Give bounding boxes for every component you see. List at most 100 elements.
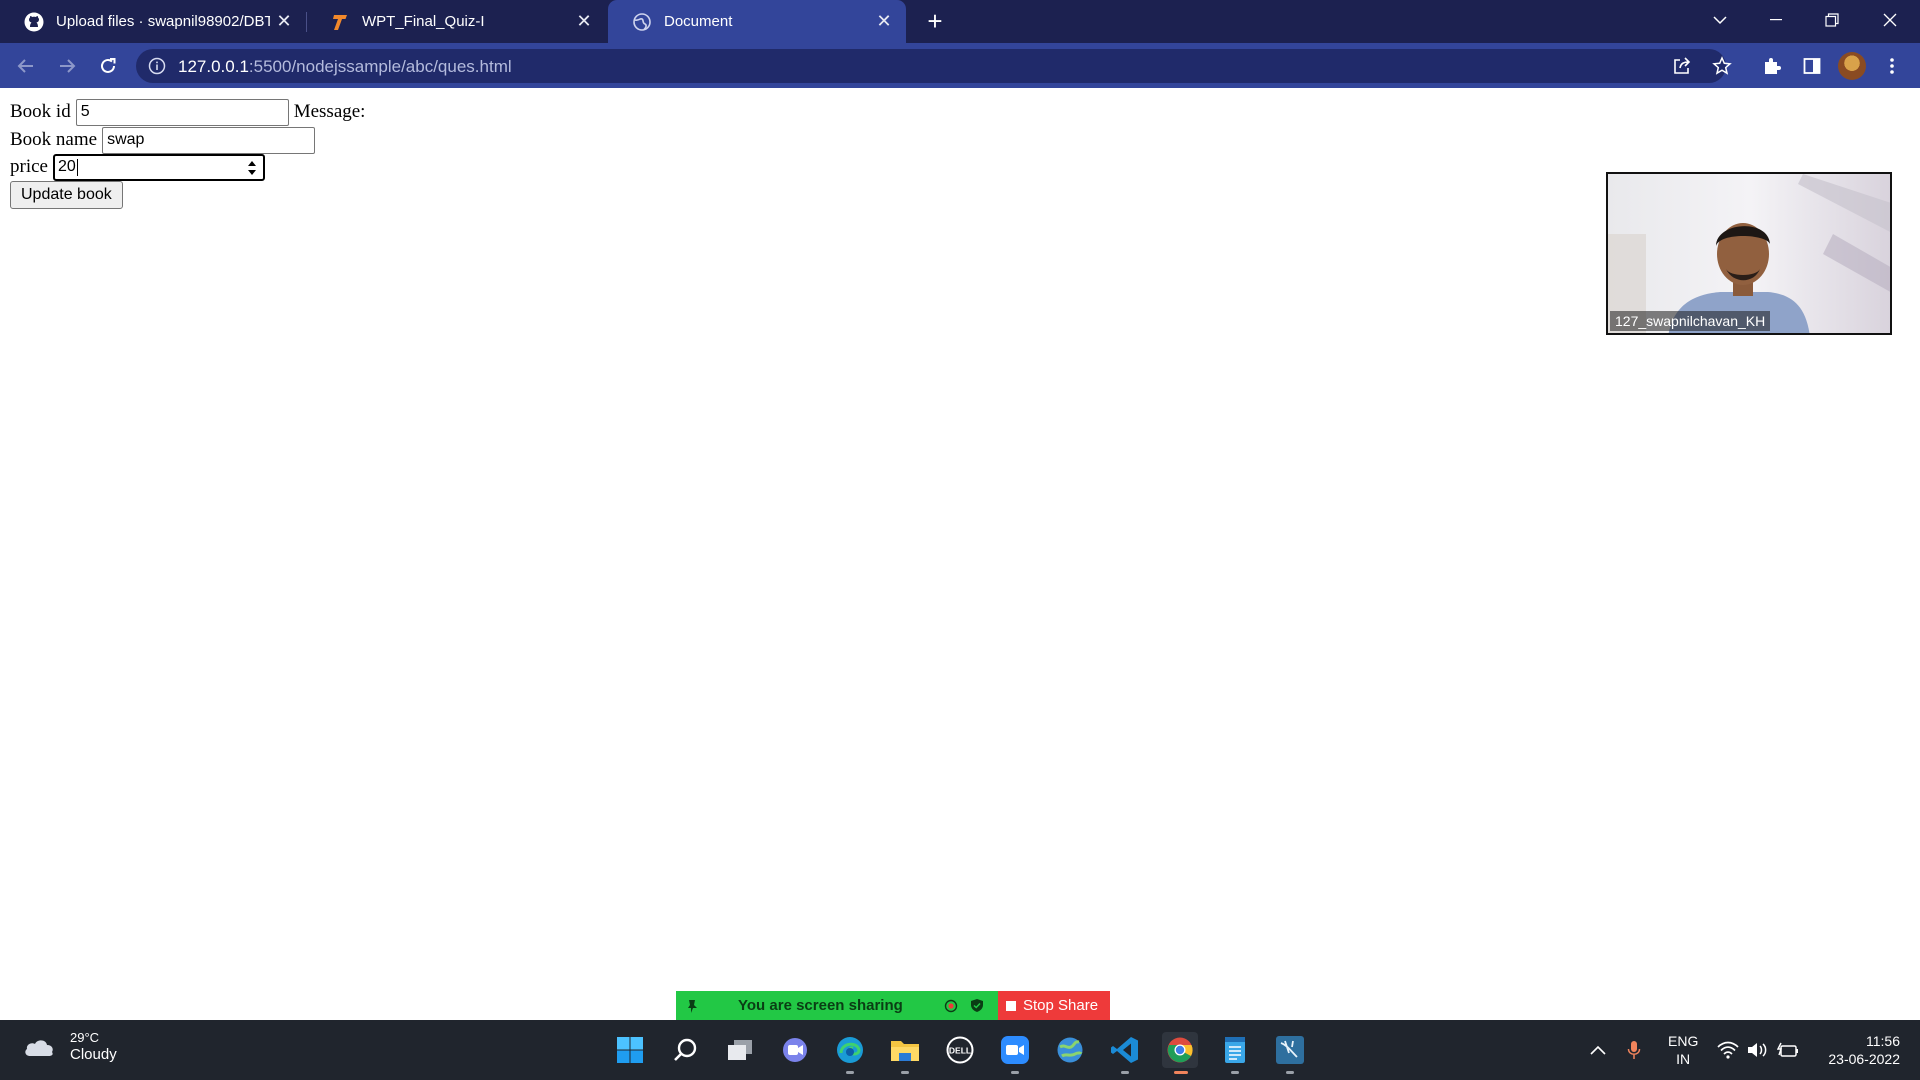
language-line2: IN <box>1676 1051 1691 1067</box>
workbench-button[interactable] <box>1272 1032 1308 1068</box>
search-button[interactable] <box>668 1032 704 1068</box>
info-icon[interactable] <box>148 57 166 75</box>
teams-chat-icon <box>783 1038 807 1062</box>
tab-document[interactable]: Document ✕ <box>608 0 906 43</box>
temperature: 29°C <box>70 1030 100 1045</box>
spinner-icon[interactable] <box>247 159 257 177</box>
stop-icon <box>1006 1000 1016 1011</box>
reload-button[interactable] <box>92 50 124 82</box>
zoom-icon <box>1001 1036 1029 1064</box>
clock-time: 11:56 <box>1866 1033 1900 1049</box>
reload-icon <box>101 58 116 73</box>
close-icon <box>1883 13 1897 27</box>
language-indicator[interactable]: ENG IN <box>1668 1032 1698 1068</box>
file-explorer-button[interactable] <box>887 1032 923 1068</box>
menu-button[interactable] <box>1876 50 1908 82</box>
price-label: price <box>10 156 48 177</box>
wifi-icon <box>1717 1041 1739 1059</box>
book-name-value: swap <box>107 131 145 148</box>
extensions-button[interactable] <box>1756 50 1788 82</box>
book-id-value: 5 <box>80 103 90 120</box>
message-label: Message: <box>293 101 366 122</box>
back-button[interactable] <box>10 50 42 82</box>
task-view-button[interactable] <box>722 1032 758 1068</box>
share-button[interactable] <box>1666 50 1698 82</box>
stop-share-label: Stop Share <box>1023 997 1099 1014</box>
participant-name: 127_swapnilchavan_KH <box>1610 311 1771 331</box>
dell-button[interactable]: DELL <box>942 1032 978 1068</box>
record-icon[interactable] <box>944 999 958 1013</box>
text-caret <box>76 158 78 176</box>
vscode-button[interactable] <box>1107 1032 1143 1068</box>
microphone-button[interactable] <box>1622 1038 1646 1062</box>
shield-icon[interactable] <box>970 998 984 1013</box>
tab-github-upload[interactable]: Upload files · swapnil98902/DBT... ✕ <box>0 0 306 43</box>
restore-button[interactable] <box>1804 0 1860 40</box>
book-name-input[interactable]: swap <box>102 126 316 154</box>
url-host: 127.0.0.1 <box>178 57 249 76</box>
close-icon[interactable]: ✕ <box>270 8 298 36</box>
bookmark-button[interactable] <box>1706 50 1738 82</box>
show-hidden-icons-button[interactable] <box>1586 1038 1610 1062</box>
github-icon <box>24 12 44 32</box>
tab-title: WPT_Final_Quiz-I <box>362 13 485 30</box>
testbook-icon <box>330 12 350 32</box>
tab-title: Document <box>664 13 733 30</box>
profile-avatar[interactable] <box>1838 52 1866 80</box>
vscode-icon <box>1111 1037 1138 1063</box>
minimize-button[interactable] <box>1748 0 1804 40</box>
close-icon[interactable]: ✕ <box>870 8 898 36</box>
price-row: price 20 <box>10 153 265 181</box>
teams-chat-button[interactable] <box>777 1032 813 1068</box>
svg-text:DELL: DELL <box>949 1046 971 1056</box>
more-vertical-icon <box>1890 58 1894 74</box>
start-icon <box>617 1037 643 1063</box>
weather-widget[interactable]: 29°C Cloudy <box>22 1030 117 1064</box>
language-line1: ENG <box>1668 1033 1699 1049</box>
edge-button[interactable] <box>832 1032 868 1068</box>
participant-video[interactable]: 127_swapnilchavan_KH <box>1606 172 1892 335</box>
book-id-label: Book id <box>10 101 71 122</box>
tab-strip: Upload files · swapnil98902/DBT... ✕ WPT… <box>0 0 1920 43</box>
forward-button[interactable] <box>51 50 83 82</box>
price-input[interactable]: 20 <box>52 153 265 181</box>
zoom-button[interactable] <box>997 1032 1033 1068</box>
cloud-icon <box>25 1040 53 1056</box>
book-id-input[interactable]: 5 <box>75 98 289 126</box>
system-clock[interactable]: 11:56 23-06-2022 <box>1818 1032 1900 1068</box>
workbench-icon <box>1276 1036 1304 1064</box>
wifi-button[interactable] <box>1716 1038 1740 1062</box>
update-book-button[interactable]: Update book <box>10 181 123 209</box>
taskbar: 29°C Cloudy DELL ENG IN 11:56 23-06-2022 <box>0 1020 1920 1080</box>
arrow-right-icon <box>60 59 76 73</box>
stop-share-button[interactable]: Stop Share <box>998 991 1110 1020</box>
running-indicator <box>1121 1071 1129 1074</box>
browser-button[interactable] <box>1052 1032 1088 1068</box>
volume-button[interactable] <box>1746 1038 1770 1062</box>
search-icon <box>674 1038 697 1061</box>
chrome-button[interactable] <box>1162 1032 1198 1068</box>
arrow-left-icon <box>17 59 33 73</box>
globe-icon <box>632 12 652 32</box>
url-text: 127.0.0.1:5500/nodejssample/abc/ques.htm… <box>178 57 512 77</box>
screen-share-status[interactable]: You are screen sharing <box>676 991 998 1020</box>
battery-button[interactable] <box>1776 1038 1800 1062</box>
file-explorer-icon <box>891 1041 919 1061</box>
side-panel-button[interactable] <box>1796 50 1828 82</box>
close-icon[interactable]: ✕ <box>570 8 598 36</box>
close-window-button[interactable] <box>1862 0 1918 40</box>
volume-icon <box>1748 1043 1767 1057</box>
dell-icon: DELL <box>946 1036 974 1064</box>
notepad-button[interactable] <box>1217 1032 1253 1068</box>
new-tab-button[interactable]: + <box>920 6 950 36</box>
tab-wpt-quiz[interactable]: WPT_Final_Quiz-I ✕ <box>306 0 606 43</box>
share-icon <box>1674 57 1691 74</box>
book-id-row: Book id 5 Message: <box>10 98 365 126</box>
chevron-up-icon <box>1590 1045 1606 1055</box>
tab-search-button[interactable] <box>1692 0 1748 40</box>
address-bar[interactable]: 127.0.0.1:5500/nodejssample/abc/ques.htm… <box>136 49 1726 83</box>
start-button[interactable] <box>612 1032 648 1068</box>
chrome-icon <box>1167 1037 1193 1063</box>
browser-toolbar: 127.0.0.1:5500/nodejssample/abc/ques.htm… <box>0 43 1920 88</box>
tab-title: Upload files · swapnil98902/DBT... <box>56 13 270 30</box>
